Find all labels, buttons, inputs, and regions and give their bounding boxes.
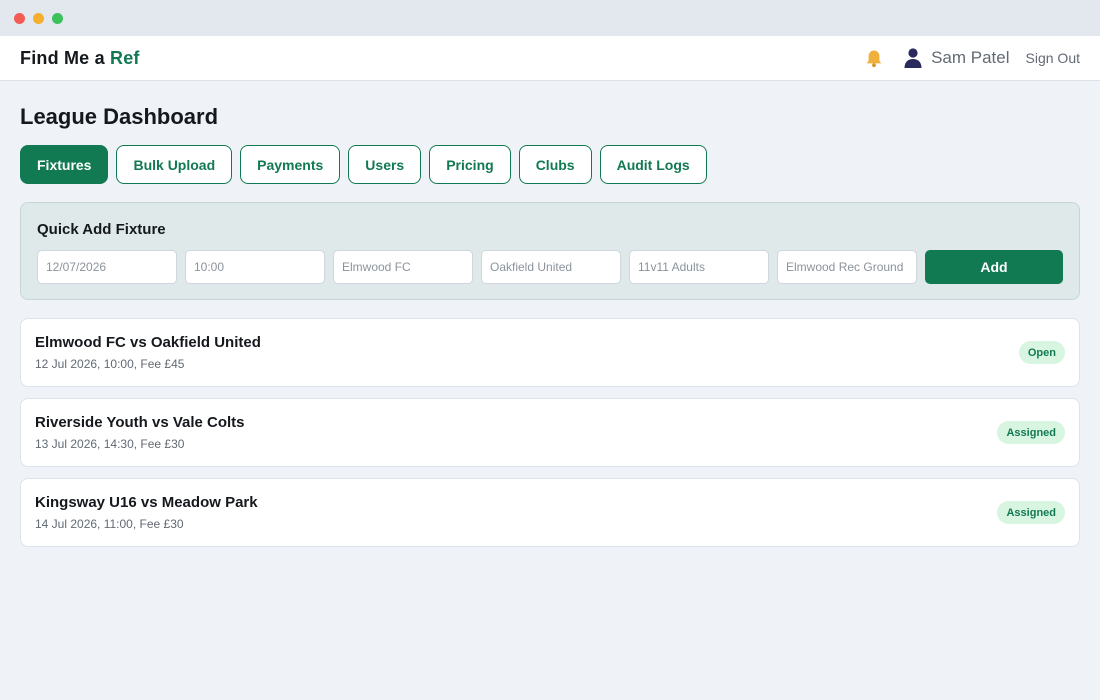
status-badge: Assigned [997, 421, 1065, 444]
fixture-info: Riverside Youth vs Vale Colts 13 Jul 202… [35, 414, 245, 451]
navbar-actions: Sam Patel Sign Out [863, 47, 1080, 69]
tab-users[interactable]: Users [348, 145, 422, 184]
fixture-title: Kingsway U16 vs Meadow Park [35, 494, 258, 511]
fixture-card[interactable]: Elmwood FC vs Oakfield United 12 Jul 202… [20, 318, 1080, 387]
bell-icon[interactable] [863, 47, 885, 69]
quick-add-form: Add [37, 250, 1063, 284]
brand-accent: Ref [110, 47, 140, 68]
match-format-input[interactable] [629, 250, 769, 284]
venue-input[interactable] [777, 250, 917, 284]
brand-prefix: Find Me a [20, 47, 111, 68]
fixture-meta: 13 Jul 2026, 14:30, Fee £30 [35, 437, 185, 451]
tab-audit-logs[interactable]: Audit Logs [599, 145, 707, 184]
date-input[interactable] [37, 250, 177, 284]
page-title: League Dashboard [20, 104, 219, 129]
fixture-title: Riverside Youth vs Vale Colts [35, 414, 245, 431]
person-icon [903, 47, 923, 69]
tab-clubs[interactable]: Clubs [518, 145, 592, 184]
window-close-button[interactable] [14, 12, 25, 24]
fixture-meta: 12 Jul 2026, 10:00, Fee £45 [35, 357, 185, 371]
home-team-input[interactable] [333, 250, 473, 284]
tab-pricing[interactable]: Pricing [429, 145, 511, 184]
brand-logo[interactable]: Find Me a Ref [20, 48, 140, 69]
tab-payments[interactable]: Payments [240, 145, 341, 184]
fixture-info: Elmwood FC vs Oakfield United 12 Jul 202… [35, 334, 261, 371]
fixture-card[interactable]: Kingsway U16 vs Meadow Park 14 Jul 2026,… [20, 478, 1080, 547]
main-content: League Dashboard Fixtures Bulk Upload Pa… [0, 81, 1100, 547]
sign-out-link[interactable]: Sign Out [1026, 50, 1080, 66]
quick-add-fixture-panel: Quick Add Fixture Add [20, 202, 1080, 300]
window-titlebar [0, 0, 1100, 36]
dashboard-tabs: Fixtures Bulk Upload Payments Users Pric… [20, 145, 1080, 184]
fixture-title: Elmwood FC vs Oakfield United [35, 334, 261, 351]
window-maximize-button[interactable] [52, 12, 63, 24]
top-navbar: Find Me a Ref Sam Patel Sign Out [0, 36, 1100, 81]
fixture-meta: 14 Jul 2026, 11:00, Fee £30 [35, 517, 184, 531]
time-input[interactable] [185, 250, 325, 284]
fixture-list: Elmwood FC vs Oakfield United 12 Jul 202… [20, 318, 1080, 547]
add-fixture-button[interactable]: Add [925, 250, 1063, 284]
fixture-card[interactable]: Riverside Youth vs Vale Colts 13 Jul 202… [20, 398, 1080, 467]
user-menu[interactable]: Sam Patel [903, 47, 1010, 69]
user-name: Sam Patel [931, 48, 1010, 67]
fixture-info: Kingsway U16 vs Meadow Park 14 Jul 2026,… [35, 494, 258, 531]
quick-add-title: Quick Add Fixture [37, 221, 166, 238]
tab-bulk-upload[interactable]: Bulk Upload [116, 145, 233, 184]
window-minimize-button[interactable] [33, 12, 44, 24]
status-badge: Open [1018, 341, 1065, 364]
away-team-input[interactable] [481, 250, 621, 284]
status-badge: Assigned [997, 501, 1065, 524]
tab-fixtures[interactable]: Fixtures [20, 145, 109, 184]
